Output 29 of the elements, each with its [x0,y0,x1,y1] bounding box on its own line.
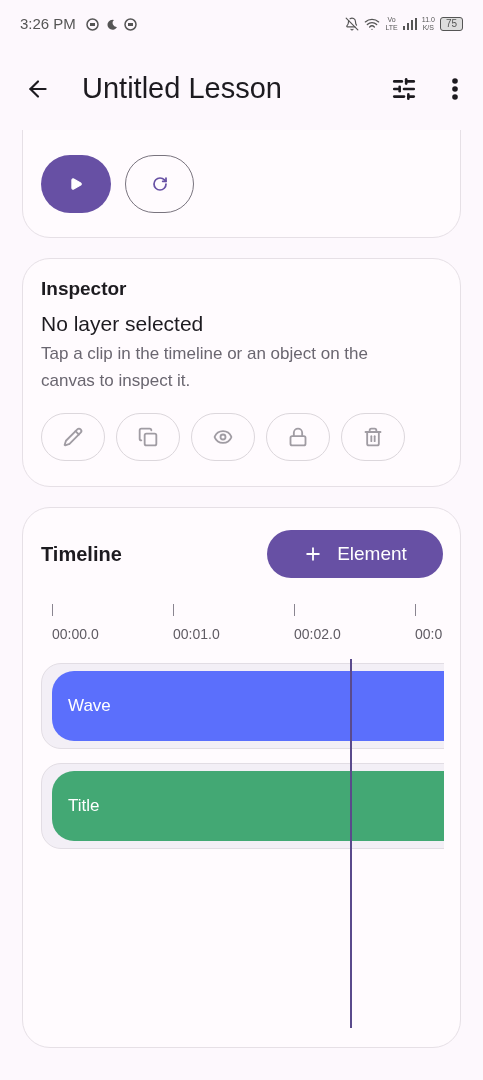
bell-off-icon [345,17,360,31]
play-icon [69,177,83,191]
time-label: 00:00.0 [52,625,99,644]
eye-icon [213,427,233,447]
time-label: 00:0 [415,625,443,644]
lock-icon [288,427,308,447]
sliders-icon [391,76,417,102]
pencil-icon [63,427,83,447]
signal-icon [402,18,417,30]
refresh-icon [151,176,168,192]
trash-icon [363,427,383,447]
notification-icon [85,17,99,31]
card-heading: Inspector [41,277,128,301]
card-heading: Timeline [41,542,122,567]
more-icon [452,78,458,100]
time-label: 00:02.0 [294,625,341,644]
timeline-clip[interactable]: Wave [52,671,444,741]
play-button[interactable] [41,155,111,213]
notification-icon [123,17,137,31]
status-time: 3:26 PM [20,13,76,34]
wifi-icon [364,16,381,32]
inspector-title: No layer selected [41,311,205,337]
timeline-clip[interactable]: Title [52,771,444,841]
time-label: 00:01.0 [173,625,220,644]
inspector-description: Tap a clip in the timeline or an object on the canvas to inspect it. [41,343,369,392]
copy-icon [138,427,158,447]
screen-title: Untitled Lesson [82,71,282,107]
battery-indicator: 75 [439,17,463,31]
add-element-button[interactable]: Element [267,530,443,578]
